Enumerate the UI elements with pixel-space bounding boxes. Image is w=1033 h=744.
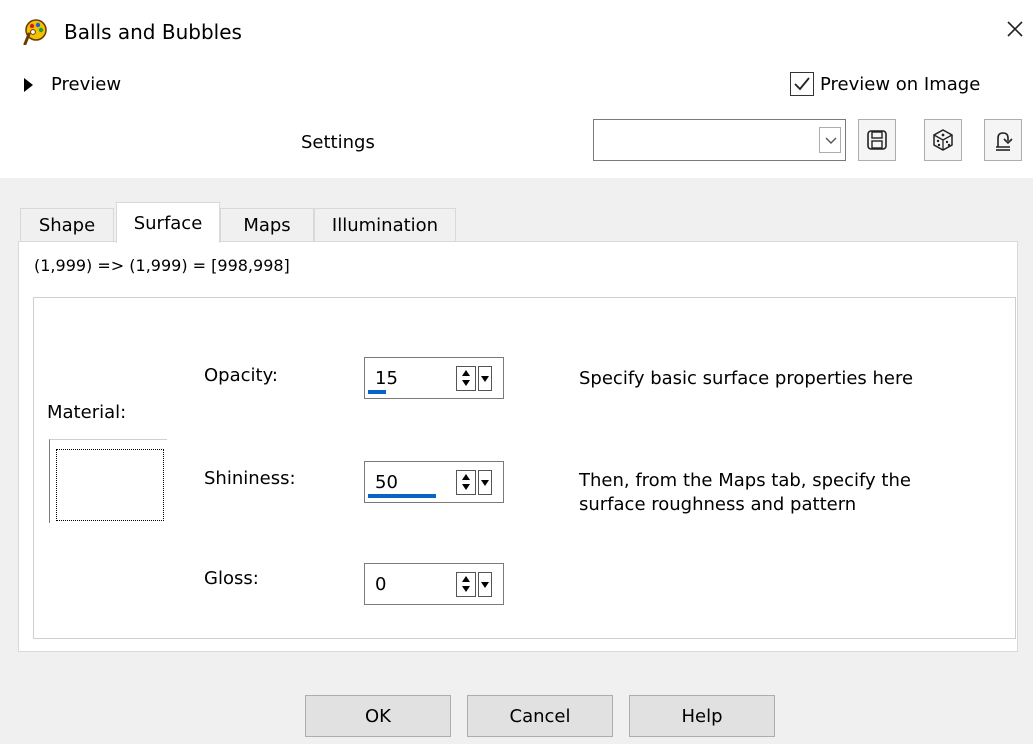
preview-on-image-checkbox[interactable]: Preview on Image	[790, 72, 980, 96]
gloss-dropdown-arrow[interactable]	[478, 572, 492, 597]
window-title: Balls and Bubbles	[64, 20, 242, 44]
save-preset-button[interactable]	[858, 119, 896, 161]
preview-on-image-label: Preview on Image	[820, 73, 981, 95]
ok-button-label: OK	[365, 705, 391, 727]
shininess-spin-controls	[456, 470, 496, 495]
help-text-maps: Then, from the Maps tab, specify the sur…	[579, 469, 911, 517]
gloss-spinner[interactable]: 0	[364, 563, 504, 605]
opacity-label: Opacity:	[204, 365, 278, 386]
tab-illumination[interactable]: Illumination	[314, 208, 456, 242]
tab-label: Shape	[38, 215, 96, 236]
opacity-up-down-arrows[interactable]	[456, 366, 476, 391]
settings-label: Settings	[301, 132, 375, 153]
save-icon	[867, 130, 887, 150]
help-text-maps-line2: surface roughness and pattern	[579, 494, 857, 515]
cancel-button-label: Cancel	[509, 705, 571, 727]
opacity-spinner[interactable]: 15	[364, 357, 504, 399]
help-button-label: Help	[681, 705, 723, 727]
shininess-value[interactable]: 50	[375, 472, 398, 493]
gloss-up-down-arrows[interactable]	[456, 572, 476, 597]
preview-expander[interactable]: Preview	[24, 74, 121, 95]
reset-icon	[996, 132, 1013, 151]
shininess-label: Shininess:	[204, 468, 296, 489]
help-button[interactable]: Help	[629, 695, 775, 737]
preview-label: Preview	[51, 74, 122, 95]
reset-button[interactable]	[984, 119, 1022, 161]
checkmark-icon	[794, 77, 810, 91]
opacity-spin-controls	[456, 366, 496, 391]
shininess-up-down-arrows[interactable]	[456, 470, 476, 495]
help-text-basic: Specify basic surface properties here	[579, 368, 914, 389]
tab-label: Illumination	[331, 215, 439, 236]
surface-properties-group	[33, 297, 1016, 639]
dropdown-button[interactable]	[819, 127, 841, 153]
expand-arrow-icon	[24, 77, 33, 92]
tab-label: Maps	[243, 215, 291, 236]
shininess-dropdown-arrow[interactable]	[478, 470, 492, 495]
tab-surface[interactable]: Surface	[116, 202, 220, 243]
tab-shape[interactable]: Shape	[20, 208, 114, 242]
material-preview[interactable]	[56, 449, 164, 521]
close-icon[interactable]	[1000, 14, 1030, 44]
paint-palette-icon	[23, 19, 47, 45]
gloss-value[interactable]: 0	[375, 574, 386, 595]
checkbox-box[interactable]	[790, 72, 814, 96]
gloss-spin-controls	[456, 572, 496, 597]
material-swatch[interactable]	[49, 439, 167, 523]
ok-button[interactable]: OK	[305, 695, 451, 737]
coordinates-readout: (1,999) => (1,999) = [998,998]	[34, 256, 290, 275]
material-label: Material:	[47, 402, 127, 423]
shininess-spinner[interactable]: 50	[364, 461, 504, 503]
randomize-button[interactable]	[924, 119, 962, 161]
opacity-dropdown-arrow[interactable]	[478, 366, 492, 391]
shininess-level-bar	[368, 494, 436, 498]
gloss-label: Gloss:	[204, 568, 259, 589]
tab-maps[interactable]: Maps	[220, 208, 314, 242]
tab-label: Surface	[133, 212, 203, 234]
opacity-level-bar	[368, 390, 386, 394]
help-text-maps-line1: Then, from the Maps tab, specify the	[579, 470, 911, 491]
randomize-dice-icon	[933, 129, 953, 151]
cancel-button[interactable]: Cancel	[467, 695, 613, 737]
opacity-value[interactable]: 15	[375, 368, 398, 389]
chevron-down-icon	[825, 137, 837, 144]
settings-preset-dropdown[interactable]	[593, 119, 846, 161]
